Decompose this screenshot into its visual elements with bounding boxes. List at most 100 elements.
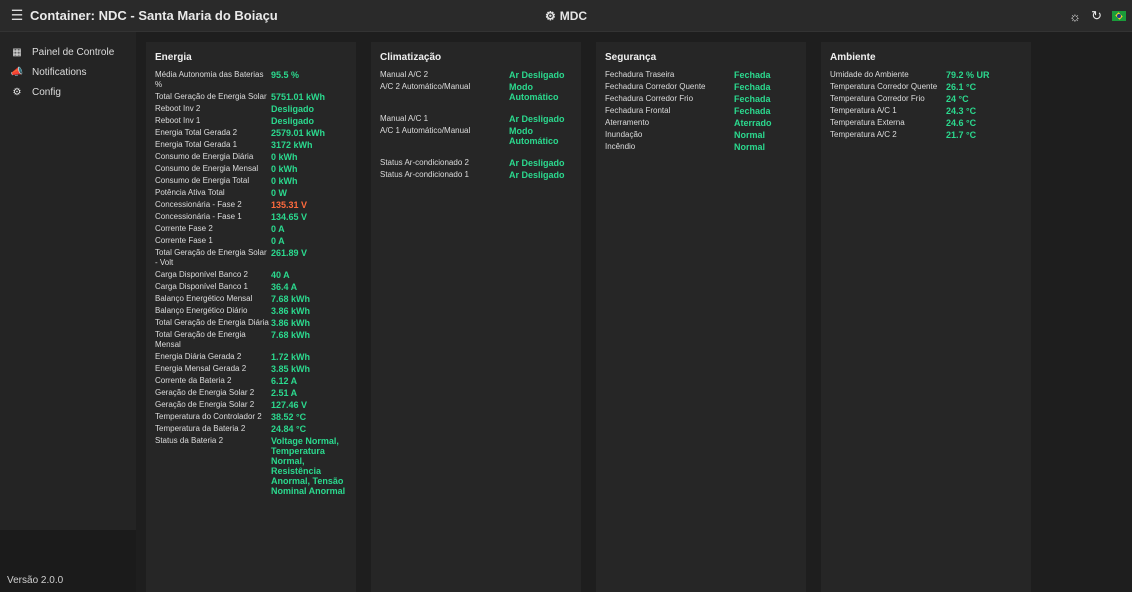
- metric-value: 95.5 %: [271, 70, 300, 80]
- metric-row: A/C 2 Automático/Manual Modo Automático: [380, 82, 575, 102]
- metric-label: Total Geração de Energia Diária: [155, 318, 269, 327]
- sidebar-item-painel[interactable]: ▦ Painel de Controle: [0, 42, 136, 62]
- metric-row: A/C 1 Automático/Manual Modo Automático: [380, 126, 575, 146]
- metric-value: Ar Desligado: [509, 158, 565, 168]
- metric-value: 0 kWh: [271, 164, 298, 174]
- metric-label: Incêndio: [605, 142, 636, 151]
- metric-value: 36.4 A: [271, 282, 298, 292]
- metric-label: Energia Total Gerada 2: [155, 128, 238, 137]
- version-label: Versão 2.0.0: [7, 575, 64, 586]
- metric-row: Temperatura A/C 1 24.3 °C: [830, 106, 1025, 116]
- card-climatizacao: Climatização Manual A/C 2 Ar Desligado A/C…: [371, 42, 581, 592]
- metric-label: Fechadura Corredor Frio: [605, 94, 694, 103]
- metric-label: Energia Diária Gerada 2: [155, 352, 242, 361]
- metric-row: Geração de Energia Solar 2 127.46 V: [155, 400, 350, 410]
- megaphone-icon: 📣: [10, 66, 24, 78]
- metric-label: Geração de Energia Solar 2: [155, 388, 255, 397]
- metric-label: Manual A/C 2: [380, 70, 429, 79]
- metric-value: 24.84 °C: [271, 424, 307, 434]
- metric-label: Consumo de Energia Diária: [155, 152, 254, 161]
- metric-label: Status da Bateria 2: [155, 436, 224, 445]
- metric-row: Concessionária - Fase 1 134.65 V: [155, 212, 350, 222]
- metric-row: Temperatura Corredor Frio 24 °C: [830, 94, 1025, 104]
- metric-value: 3.86 kWh: [271, 306, 311, 316]
- metric-row: Reboot Inv 2 Desligado: [155, 104, 350, 114]
- metric-label: Reboot Inv 2: [155, 104, 201, 113]
- refresh-icon[interactable]: ↻: [1091, 8, 1102, 24]
- metric-row: Geração de Energia Solar 2 2.51 A: [155, 388, 350, 398]
- metric-row: Fechadura Traseira Fechada: [605, 70, 800, 80]
- metric-label: Corrente da Bateria 2: [155, 376, 232, 385]
- gear-icon: ⚙: [12, 86, 22, 98]
- brazil-flag-icon[interactable]: [1112, 11, 1126, 21]
- metric-row: Balanço Energético Diário 3.86 kWh: [155, 306, 350, 316]
- metric-label: Potência Ativa Total: [155, 188, 225, 197]
- metric-label: Total Geração de Energia Solar - Volt: [155, 248, 267, 267]
- metric-row: Total Geração de Energia Solar - Volt 261…: [155, 248, 350, 268]
- card-title: Segurança: [605, 52, 657, 63]
- container-title: Container: NDC - Santa Maria do Boiaçu: [30, 8, 278, 23]
- metric-label: Média Autonomia das Baterias %: [155, 70, 264, 89]
- metric-value: 24.6 °C: [946, 118, 977, 128]
- metric-row: Fechadura Frontal Fechada: [605, 106, 800, 116]
- metric-value: 0 kWh: [271, 152, 298, 162]
- metric-row: Total Geração de Energia Diária 3.86 kWh: [155, 318, 350, 328]
- metric-label: Temperatura do Controlador 2: [155, 412, 262, 421]
- metric-row: Média Autonomia das Baterias % 95.5 %: [155, 70, 350, 90]
- metric-label: Aterramento: [605, 118, 650, 127]
- metric-label: A/C 2 Automático/Manual: [380, 82, 471, 91]
- sidebar-item-config[interactable]: ⚙ Config: [0, 82, 136, 102]
- metric-row: Corrente Fase 2 0 A: [155, 224, 350, 234]
- sidebar-item-label: Config: [32, 86, 61, 98]
- metric-value: 0 kWh: [271, 176, 298, 186]
- metric-row: Umidade do Ambiente 79.2 % UR: [830, 70, 1025, 80]
- sidebar-item-label: Painel de Controle: [32, 46, 115, 58]
- theme-toggle-icon[interactable]: ☼: [1069, 9, 1081, 24]
- metric-label: Fechadura Frontal: [605, 106, 671, 115]
- metric-value: Ar Desligado: [509, 170, 565, 180]
- metric-label: Temperatura Corredor Quente: [830, 82, 938, 91]
- metric-label: Temperatura A/C 2: [830, 130, 897, 139]
- metric-row: Manual A/C 1 Ar Desligado: [380, 114, 575, 124]
- menu-icon[interactable]: ☰: [4, 0, 30, 32]
- metric-label: Temperatura A/C 1: [830, 106, 897, 115]
- sidebar-item-notifications[interactable]: 📣 Notifications: [0, 62, 136, 82]
- metric-label: A/C 1 Automático/Manual: [380, 126, 471, 135]
- metric-label: Total Geração de Energia Solar: [155, 92, 267, 101]
- metric-row: Energia Diária Gerada 2 1.72 kWh: [155, 352, 350, 362]
- metric-row: Energia Total Gerada 1 3172 kWh: [155, 140, 350, 150]
- metric-row: Status Ar-condicionado 1 Ar Desligado: [380, 170, 575, 180]
- metric-row: Temperatura A/C 2 21.7 °C: [830, 130, 1025, 140]
- metric-label: Total Geração de Energia Mensal: [155, 330, 246, 349]
- metric-value: Ar Desligado: [509, 70, 565, 80]
- metric-row: Carga Disponível Banco 2 40 A: [155, 270, 350, 280]
- metric-row: Temperatura da Bateria 2 24.84 °C: [155, 424, 350, 434]
- row-gap: [380, 104, 575, 114]
- metric-label: Concessionária - Fase 1: [155, 212, 242, 221]
- metric-row: Energia Mensal Gerada 2 3.85 kWh: [155, 364, 350, 374]
- metric-row: Energia Total Gerada 2 2579.01 kWh: [155, 128, 350, 138]
- metric-value: 134.65 V: [271, 212, 308, 222]
- metric-label: Manual A/C 1: [380, 114, 429, 123]
- metric-value: 24.3 °C: [946, 106, 977, 116]
- metric-value: 3.85 kWh: [271, 364, 311, 374]
- metric-value: Desligado: [271, 104, 315, 114]
- metric-label: Status Ar-condicionado 2: [380, 158, 469, 167]
- metric-value: Fechada: [734, 106, 771, 116]
- metric-value: 1.72 kWh: [271, 352, 311, 362]
- metric-value: Modo Automático: [509, 126, 559, 146]
- metric-value: 79.2 % UR: [946, 70, 990, 80]
- metric-value: Normal: [734, 142, 766, 152]
- card-ambiente: Ambiente Umidade do Ambiente 79.2 % UR Tem…: [821, 42, 1031, 592]
- metric-value: Fechada: [734, 70, 771, 80]
- metric-row: Corrente da Bateria 2 6.12 A: [155, 376, 350, 386]
- metric-value: 135.31 V: [271, 200, 308, 210]
- metric-label: Inundação: [605, 130, 643, 139]
- metric-value: 24 °C: [946, 94, 969, 104]
- metric-value: 21.7 °C: [946, 130, 977, 140]
- metric-row: Carga Disponível Banco 1 36.4 A: [155, 282, 350, 292]
- top-bar: ☰ Container: NDC - Santa Maria do Boiaçu: [0, 0, 1132, 32]
- metric-value: Modo Automático: [509, 82, 559, 102]
- metric-value: Desligado: [271, 116, 315, 126]
- metric-value: 6.12 A: [271, 376, 298, 386]
